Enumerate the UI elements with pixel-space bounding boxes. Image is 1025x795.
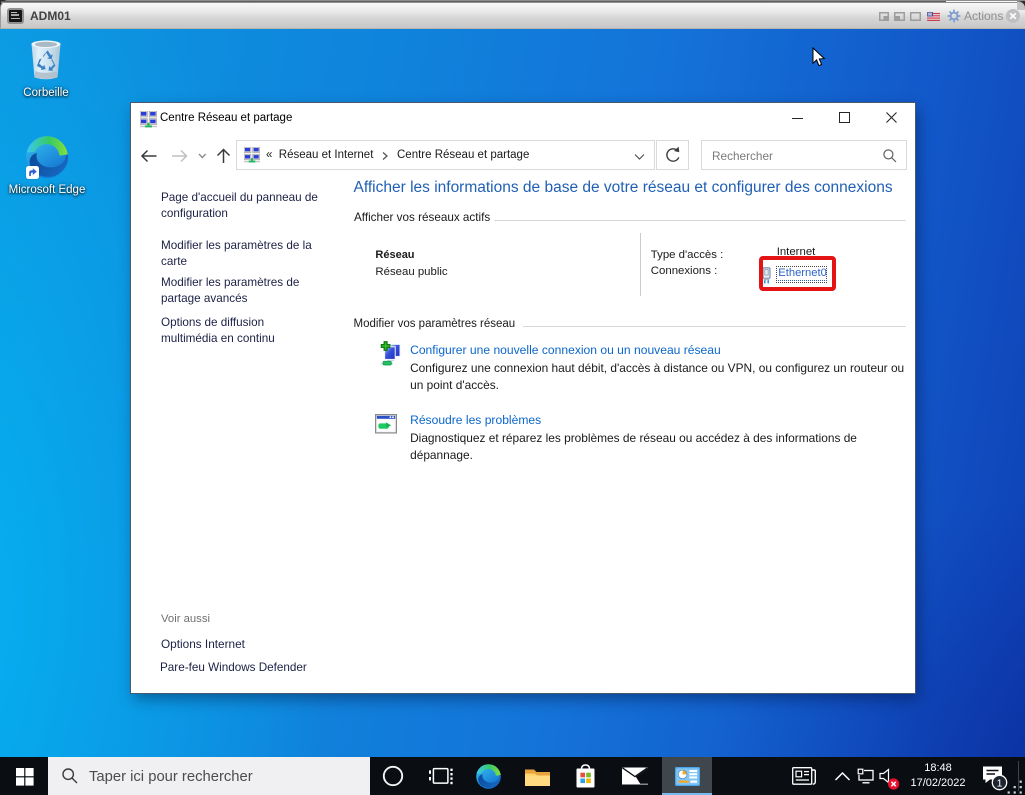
svg-text:1: 1 (997, 778, 1003, 790)
